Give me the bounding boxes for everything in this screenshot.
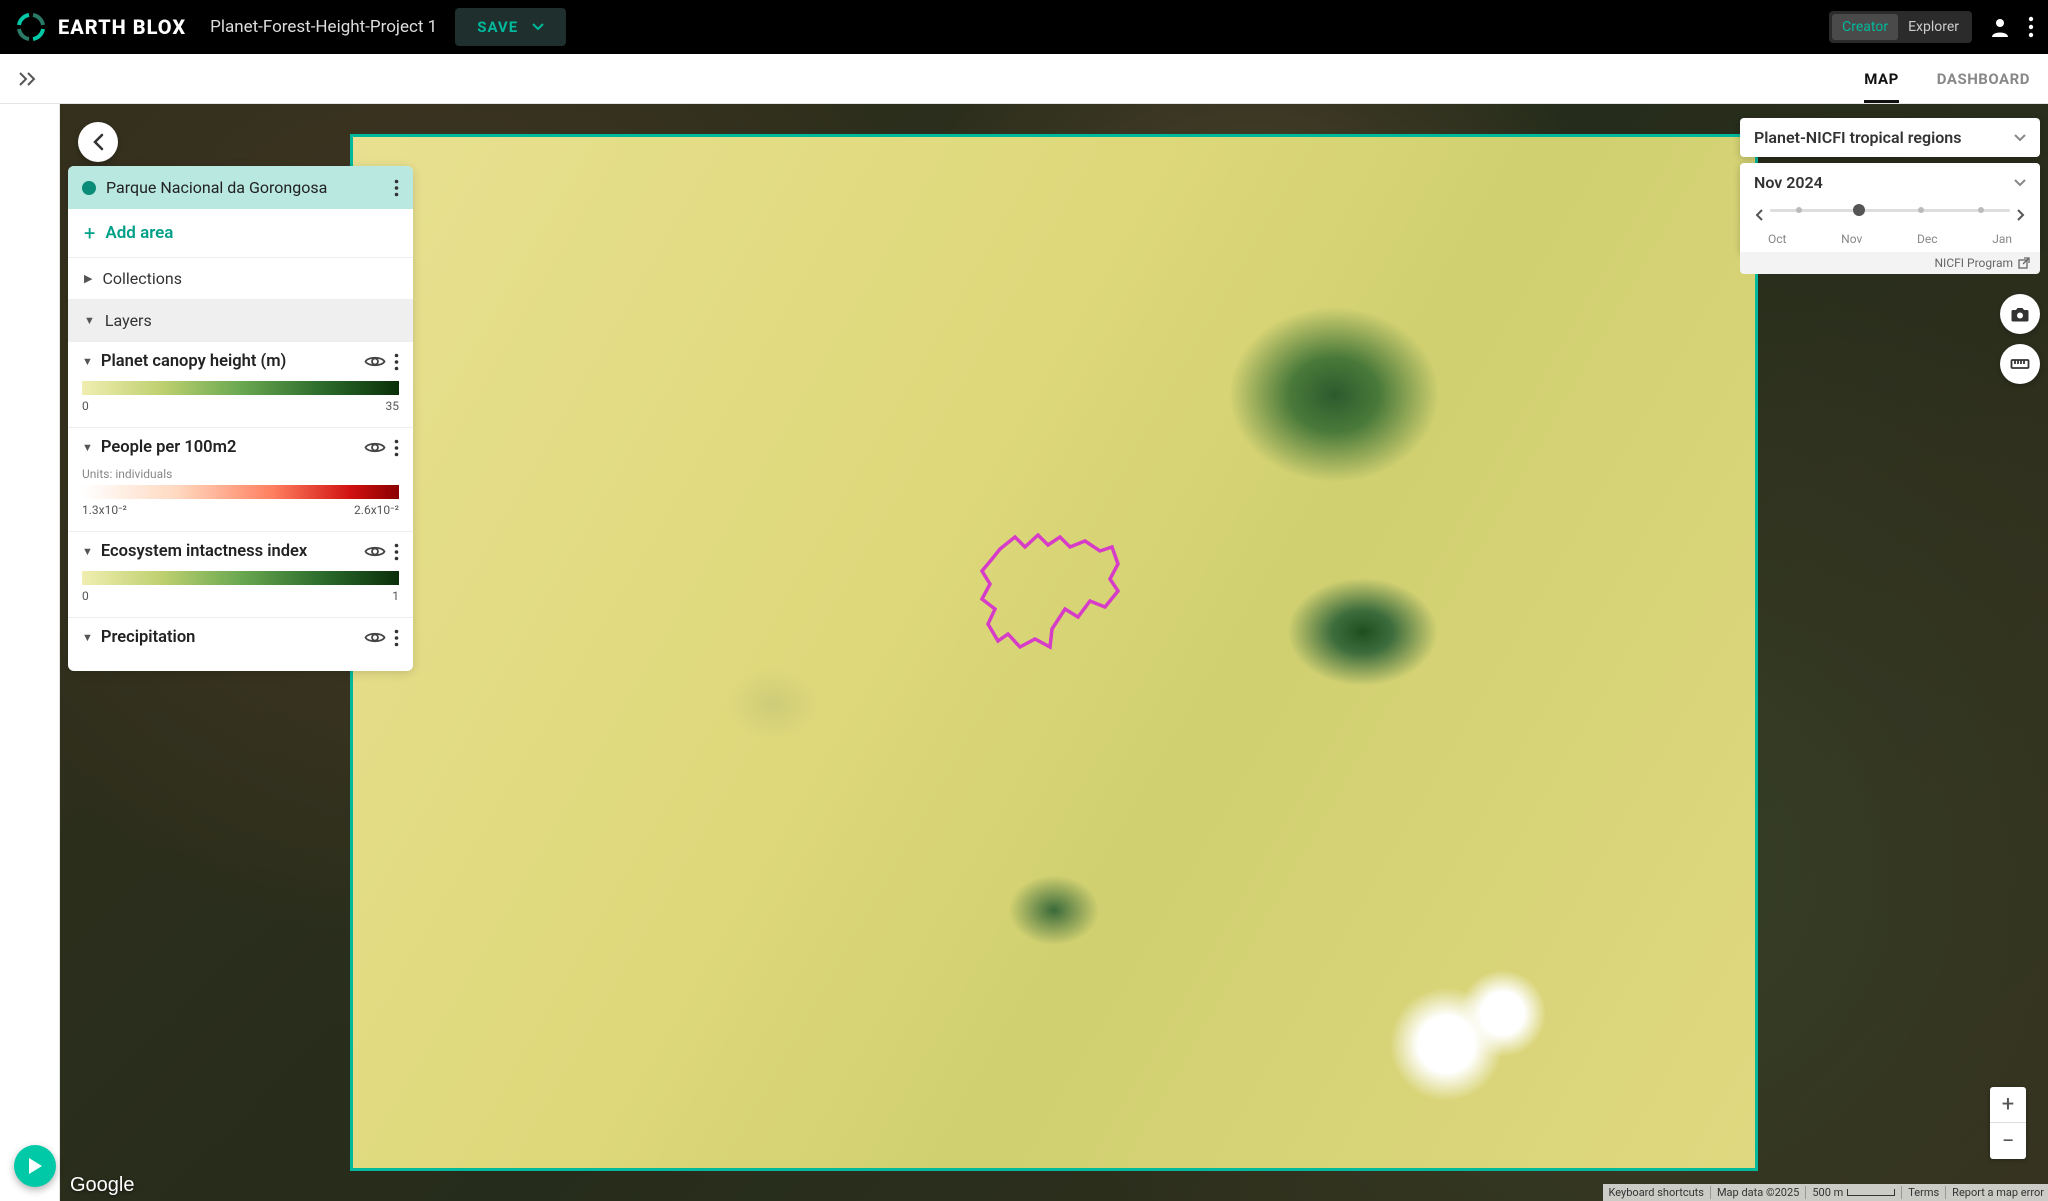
layer-title: Ecosystem intactness index <box>101 542 356 561</box>
chevron-down-icon <box>2014 179 2026 187</box>
visibility-toggle-icon[interactable] <box>364 630 386 645</box>
plus-icon: + <box>84 221 95 245</box>
logo-icon <box>14 10 48 44</box>
timeline-handle[interactable] <box>1853 204 1865 216</box>
back-button[interactable] <box>78 122 118 162</box>
collections-label: Collections <box>102 269 182 288</box>
expanded-triangle-icon: ▼ <box>82 631 93 644</box>
measure-button[interactable] <box>2000 344 2040 384</box>
date-selector[interactable]: Nov 2024 <box>1740 163 2040 252</box>
date-value: Nov 2024 <box>1754 173 1823 192</box>
data-overlay-layer <box>350 134 1758 1171</box>
save-button[interactable]: SAVE <box>455 8 566 46</box>
brand-text: EARTH BLOX <box>58 15 186 39</box>
nicfi-label: NICFI Program <box>1935 256 2014 270</box>
project-name[interactable]: Planet-Forest-Height-Project 1 <box>210 17 437 37</box>
mode-creator[interactable]: Creator <box>1832 14 1898 40</box>
report-error-link[interactable]: Report a map error <box>1945 1186 2044 1199</box>
layers-label: Layers <box>105 311 152 330</box>
expand-panel-icon[interactable] <box>18 71 38 87</box>
layer-card: ▼ Precipitation <box>68 617 413 671</box>
expanded-triangle-icon: ▼ <box>82 355 93 368</box>
brand-logo[interactable]: EARTH BLOX <box>14 10 186 44</box>
timeline[interactable] <box>1750 198 2030 232</box>
chevron-down-icon <box>532 23 544 31</box>
layer-title: Precipitation <box>101 628 356 647</box>
area-menu-icon[interactable] <box>394 179 399 197</box>
layer-title: People per 100m2 <box>101 438 356 457</box>
timeline-label: Jan <box>1992 232 2012 246</box>
left-rail <box>0 104 60 1201</box>
visibility-toggle-icon[interactable] <box>364 440 386 455</box>
timeline-label: Nov <box>1841 232 1862 246</box>
timeline-label: Dec <box>1917 232 1938 246</box>
legend-min: 0 <box>82 399 89 413</box>
scale-label: 500 m <box>1805 1186 1895 1199</box>
section-layers[interactable]: ▼ Layers <box>68 299 413 341</box>
expanded-triangle-icon: ▼ <box>84 314 95 327</box>
layer-title: Planet canopy height (m) <box>101 352 356 371</box>
google-logo: Google <box>70 1174 135 1197</box>
mode-explorer[interactable]: Explorer <box>1898 14 1969 40</box>
mode-toggle[interactable]: Creator Explorer <box>1829 11 1972 43</box>
timeline-prev-icon[interactable] <box>1750 208 1768 222</box>
legend-max: 35 <box>386 399 400 413</box>
layer-menu-icon[interactable] <box>394 629 399 647</box>
legend-min: 0 <box>82 589 89 603</box>
legend-max: 1 <box>392 589 399 603</box>
layer-menu-icon[interactable] <box>394 439 399 457</box>
layer-card: ▼ Ecosystem intactness index 0 1 <box>68 531 413 617</box>
layer-units: Units: individuals <box>82 467 399 481</box>
nicfi-program-link[interactable]: NICFI Program <box>1740 252 2040 274</box>
layer-card: ▼ People per 100m2 Units: individuals 1.… <box>68 427 413 531</box>
aoi-outline <box>970 529 1130 659</box>
area-name: Parque Nacional da Gorongosa <box>106 178 384 197</box>
legend-gradient <box>82 381 399 395</box>
timeline-label: Oct <box>1768 232 1786 246</box>
screenshot-button[interactable] <box>2000 294 2040 334</box>
visibility-toggle-icon[interactable] <box>364 544 386 559</box>
save-label: SAVE <box>477 18 518 36</box>
external-link-icon <box>2018 257 2030 269</box>
expanded-triangle-icon: ▼ <box>82 441 93 454</box>
add-area-label: Add area <box>105 223 173 243</box>
terms-link[interactable]: Terms <box>1901 1186 1939 1199</box>
area-row[interactable]: Parque Nacional da Gorongosa <box>68 166 413 209</box>
chevron-down-icon <box>2014 134 2026 142</box>
legend-max: 2.6x10⁻² <box>354 503 399 517</box>
region-value: Planet-NICFI tropical regions <box>1754 128 1961 147</box>
keyboard-shortcuts-link[interactable]: Keyboard shortcuts <box>1607 1186 1704 1199</box>
zoom-control: + − <box>1990 1087 2026 1159</box>
zoom-in-button[interactable]: + <box>1990 1087 2026 1123</box>
user-icon[interactable] <box>1988 15 2012 39</box>
legend-gradient <box>82 571 399 585</box>
kebab-menu-icon[interactable] <box>2028 16 2034 38</box>
collapsed-triangle-icon: ▶ <box>84 272 92 285</box>
play-button[interactable] <box>14 1145 56 1187</box>
tab-map[interactable]: MAP <box>1864 70 1899 103</box>
add-area-button[interactable]: + Add area <box>68 209 413 257</box>
layers-panel: Parque Nacional da Gorongosa + Add area … <box>68 166 413 671</box>
area-color-dot <box>82 181 96 195</box>
zoom-out-button[interactable]: − <box>1990 1123 2026 1159</box>
layer-card: ▼ Planet canopy height (m) 0 35 <box>68 341 413 427</box>
map-canvas[interactable]: Parque Nacional da Gorongosa + Add area … <box>60 104 2048 1201</box>
expanded-triangle-icon: ▼ <box>82 545 93 558</box>
layer-menu-icon[interactable] <box>394 543 399 561</box>
section-collections[interactable]: ▶ Collections <box>68 257 413 299</box>
map-data-label: Map data ©2025 <box>1710 1186 1799 1199</box>
timeline-next-icon[interactable] <box>2012 208 2030 222</box>
region-selector[interactable]: Planet-NICFI tropical regions <box>1740 118 2040 157</box>
layer-menu-icon[interactable] <box>394 353 399 371</box>
legend-min: 1.3x10⁻² <box>82 503 127 517</box>
map-attribution: Keyboard shortcuts Map data ©2025 500 m … <box>1603 1184 2048 1201</box>
legend-gradient <box>82 485 399 499</box>
tab-dashboard[interactable]: DASHBOARD <box>1937 70 2030 88</box>
visibility-toggle-icon[interactable] <box>364 354 386 369</box>
